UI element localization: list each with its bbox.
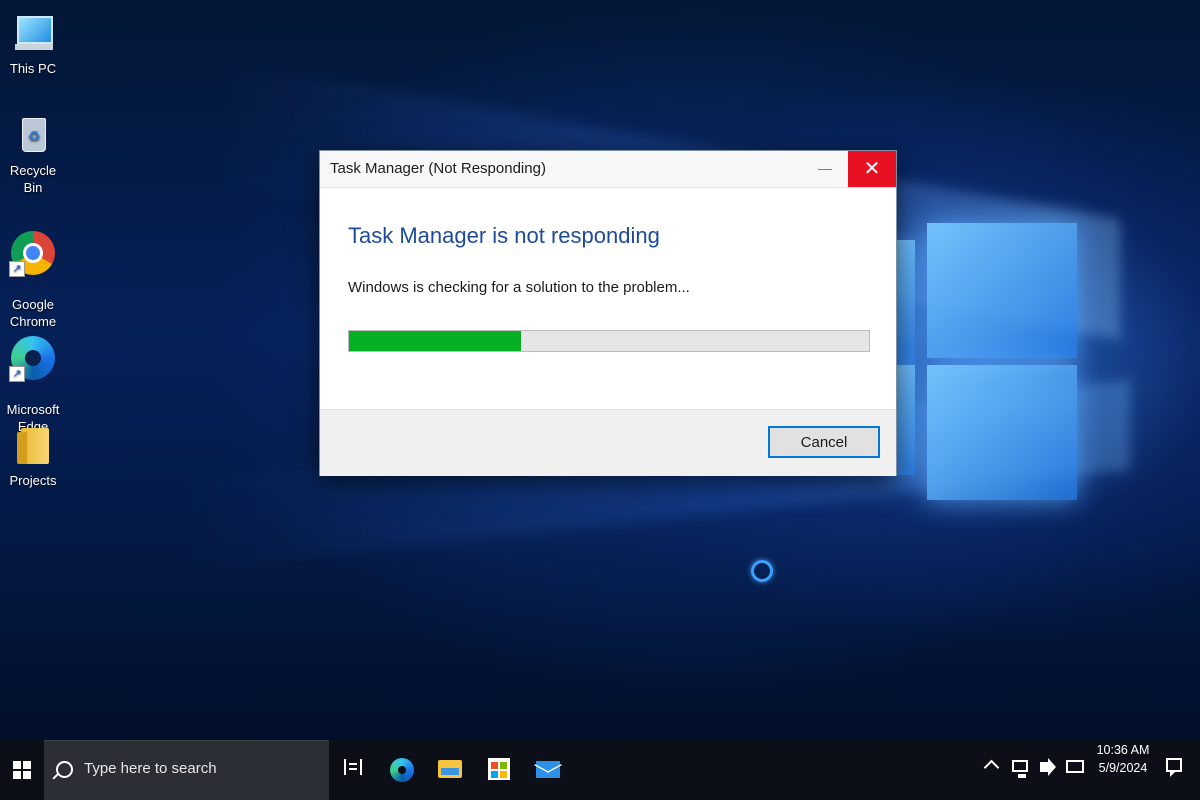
- taskbar-store-button[interactable]: [475, 740, 523, 800]
- desktop-icon-projects[interactable]: Projects: [0, 422, 66, 489]
- shortcut-arrow-icon: ↗: [9, 261, 25, 277]
- dialog-titlebar[interactable]: Task Manager (Not Responding) — ✕: [320, 151, 896, 188]
- task-view-button[interactable]: [330, 740, 378, 800]
- recycle-bin-icon: ♻: [9, 112, 57, 160]
- mail-icon: [536, 761, 560, 778]
- taskbar: Type here to search 10:36 AM 5/9/2024: [0, 740, 1200, 800]
- network-icon[interactable]: [1012, 760, 1028, 778]
- desktop-icon-this-pc[interactable]: This PC: [0, 10, 66, 77]
- dialog-footer: Cancel: [320, 409, 896, 476]
- windows-logo-wallpaper: [895, 215, 1080, 505]
- minimize-button[interactable]: —: [802, 151, 848, 187]
- dialog-title: Task Manager (Not Responding): [330, 160, 546, 177]
- progress-bar-fill: [349, 331, 521, 351]
- desktop: This PC ♻ Recycle Bin ↗ Google Chrome ↗ …: [0, 0, 1200, 740]
- computer-icon: [9, 10, 57, 58]
- taskbar-mail-button[interactable]: [524, 740, 572, 800]
- store-icon: [488, 758, 510, 780]
- volume-icon[interactable]: [1040, 758, 1056, 776]
- cancel-button[interactable]: Cancel: [768, 426, 880, 458]
- clock[interactable]: 10:36 AM 5/9/2024: [1092, 740, 1154, 800]
- dialog-message: Windows is checking for a solution to th…: [348, 279, 690, 296]
- edge-icon: ↗: [9, 334, 57, 382]
- close-button[interactable]: ✕: [848, 151, 896, 187]
- start-button[interactable]: [0, 740, 44, 800]
- clock-date: 5/9/2024: [1098, 761, 1148, 775]
- shortcut-arrow-icon: ↗: [9, 366, 25, 382]
- folder-icon: [9, 422, 57, 470]
- desktop-icon-label: Recycle Bin: [9, 163, 57, 195]
- loading-cursor-icon: [751, 560, 773, 582]
- search-placeholder: Type here to search: [84, 760, 217, 777]
- search-icon: [56, 761, 73, 778]
- chrome-icon: ↗: [9, 229, 57, 277]
- taskbar-edge-button[interactable]: [378, 740, 426, 800]
- file-explorer-icon: [438, 760, 462, 778]
- keyboard-icon[interactable]: [1066, 760, 1084, 773]
- task-view-icon: [344, 759, 362, 775]
- desktop-icon-label: This PC: [9, 61, 57, 76]
- dialog-heading: Task Manager is not responding: [348, 223, 660, 248]
- search-box[interactable]: Type here to search: [44, 740, 329, 800]
- clock-time: 10:36 AM: [1096, 743, 1150, 757]
- edge-icon: [390, 758, 414, 782]
- notification-icon[interactable]: [1166, 758, 1182, 777]
- desktop-icon-label: Projects: [9, 473, 57, 488]
- taskbar-file-explorer-button[interactable]: [426, 740, 474, 800]
- desktop-icon-recycle-bin[interactable]: ♻ Recycle Bin: [0, 112, 66, 196]
- progress-bar: [348, 330, 870, 352]
- not-responding-dialog: Task Manager (Not Responding) — ✕ Task M…: [319, 150, 897, 476]
- chevron-up-icon[interactable]: [983, 759, 1000, 776]
